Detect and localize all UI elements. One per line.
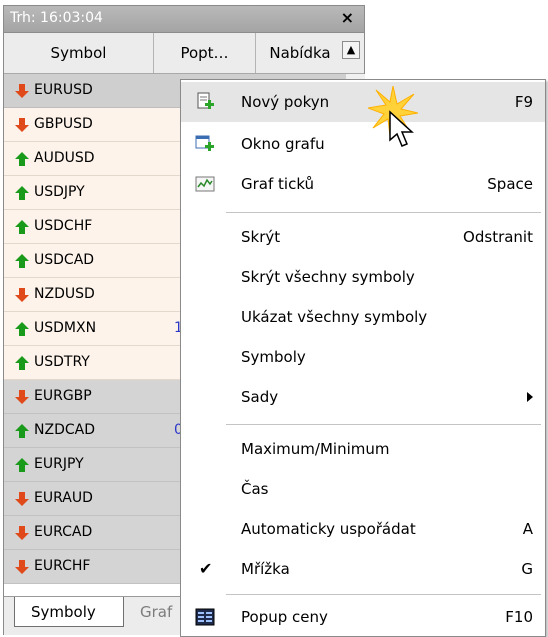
menu-label: Čas xyxy=(241,480,269,498)
menu-item-new-order[interactable]: Nový pokyn F9 xyxy=(181,82,545,122)
arrow-down-icon xyxy=(15,560,29,574)
arrow-up-icon xyxy=(15,220,29,234)
menu-label: Symboly xyxy=(241,348,306,366)
close-icon[interactable]: × xyxy=(341,8,354,27)
window-title: Trh: 16:03:04 xyxy=(10,10,103,26)
arrow-up-icon xyxy=(15,254,29,268)
mouse-cursor-icon xyxy=(389,110,414,147)
symbol-name: EURGBP xyxy=(34,388,92,404)
arrow-up-icon xyxy=(15,356,29,370)
menu-label: Sady xyxy=(241,388,279,406)
menu-item-symbols[interactable]: Symboly xyxy=(181,337,545,377)
menu-label: Mřížka xyxy=(241,560,290,578)
menu-item-hide[interactable]: Skrýt Odstranit xyxy=(181,217,545,257)
menu-shortcut: G xyxy=(521,560,533,578)
arrow-up-icon xyxy=(15,458,29,472)
menu-shortcut: A xyxy=(522,520,533,538)
context-menu: Nový pokyn F9 Okno grafu Graf ticků Spac… xyxy=(180,79,546,637)
menu-label: Skrýt xyxy=(241,228,281,246)
column-bid[interactable]: Popt… xyxy=(154,33,256,73)
arrow-down-icon xyxy=(15,526,29,540)
tab-symbols[interactable]: Symboly xyxy=(14,597,124,627)
arrow-down-icon xyxy=(15,288,29,302)
column-ask[interactable]: Nabídka xyxy=(256,33,344,73)
menu-shortcut: F10 xyxy=(505,608,533,626)
menu-label: Automaticky uspořádat xyxy=(241,520,416,538)
arrow-up-icon xyxy=(15,152,29,166)
popup-prices-icon xyxy=(195,608,215,626)
arrow-down-icon xyxy=(15,84,29,98)
scroll-up-icon[interactable]: ▲ xyxy=(342,41,360,59)
menu-shortcut: Odstranit xyxy=(463,228,533,246)
symbol-name: USDMXN xyxy=(34,320,97,336)
symbol-name: USDTRY xyxy=(34,354,90,370)
symbol-name: NZDCAD xyxy=(34,422,95,438)
menu-separator xyxy=(226,424,541,425)
column-header: Symbol Popt… Nabídka ▲ xyxy=(4,33,364,74)
tick-chart-icon xyxy=(195,176,215,192)
arrow-up-icon xyxy=(15,322,29,336)
arrow-down-icon xyxy=(15,118,29,132)
menu-separator xyxy=(226,212,541,213)
checkmark-icon: ✔ xyxy=(199,559,213,578)
menu-shortcut: F9 xyxy=(514,93,533,111)
menu-label: Popup ceny xyxy=(241,608,328,626)
menu-label: Skrýt všechny symboly xyxy=(241,268,415,286)
menu-label: Maximum/Minimum xyxy=(241,440,390,458)
menu-item-high-low[interactable]: Maximum/Minimum xyxy=(181,429,545,469)
symbol-name: USDCAD xyxy=(34,252,95,268)
symbol-name: USDCHF xyxy=(34,218,93,234)
symbol-name: EURCHF xyxy=(34,558,91,574)
menu-shortcut: Space xyxy=(487,175,533,193)
symbol-name: EURAUD xyxy=(34,490,93,506)
menu-item-tick-chart[interactable]: Graf ticků Space xyxy=(181,164,545,204)
menu-label: Nový pokyn xyxy=(241,93,330,111)
symbol-name: EURCAD xyxy=(34,524,93,540)
menu-item-popup-prices[interactable]: Popup ceny F10 xyxy=(181,597,545,637)
chart-window-icon xyxy=(195,135,214,151)
symbol-name: USDJPY xyxy=(34,184,85,200)
arrow-down-icon xyxy=(15,492,29,506)
symbol-name: AUDUSD xyxy=(34,150,95,166)
menu-item-grid[interactable]: ✔ Mřížka G xyxy=(181,549,545,589)
column-symbol[interactable]: Symbol xyxy=(4,33,154,73)
arrow-down-icon xyxy=(15,390,29,404)
arrow-up-icon xyxy=(15,186,29,200)
symbol-name: GBPUSD xyxy=(34,116,93,132)
tab-chart[interactable]: Graf xyxy=(124,597,184,627)
symbol-name: NZDUSD xyxy=(34,286,95,302)
menu-label: Graf ticků xyxy=(241,175,315,193)
menu-item-show-all[interactable]: Ukázat všechny symboly xyxy=(181,297,545,337)
menu-item-auto-arrange[interactable]: Automaticky uspořádat A xyxy=(181,509,545,549)
menu-separator xyxy=(226,594,541,595)
menu-item-hide-all[interactable]: Skrýt všechny symboly xyxy=(181,257,545,297)
menu-item-time[interactable]: Čas xyxy=(181,469,545,509)
menu-item-chart-window[interactable]: Okno grafu xyxy=(181,124,545,164)
new-order-icon xyxy=(197,92,214,109)
menu-item-sets[interactable]: Sady xyxy=(181,377,545,417)
menu-label: Okno grafu xyxy=(241,135,325,153)
title-bar[interactable]: Trh: 16:03:04 × xyxy=(4,6,364,33)
arrow-up-icon xyxy=(15,424,29,438)
symbol-name: EURUSD xyxy=(34,82,93,98)
submenu-arrow-icon xyxy=(527,392,533,402)
symbol-name: EURJPY xyxy=(34,456,84,472)
menu-label: Ukázat všechny symboly xyxy=(241,308,428,326)
